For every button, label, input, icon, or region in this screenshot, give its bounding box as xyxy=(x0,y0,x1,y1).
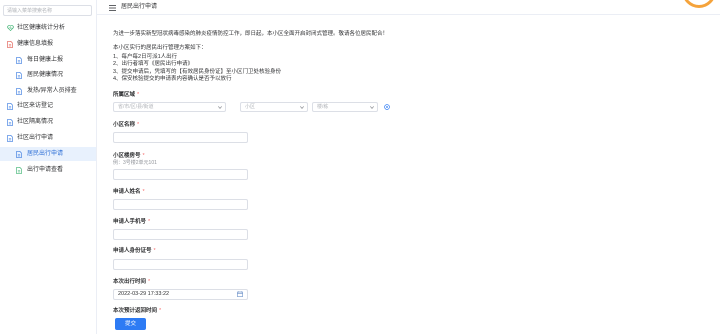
sidebar-item-label: 居民出行申请 xyxy=(27,151,64,157)
sidebar-item-daily-report[interactable]: 每日健康上报 xyxy=(0,53,96,67)
departure-time-label: 本次出行时间 * xyxy=(113,279,150,286)
room-number-label: 小区楼房号 * xyxy=(113,153,145,160)
applicant-id-input[interactable] xyxy=(113,258,248,270)
required-mark: * xyxy=(148,218,151,225)
sidebar-item-label: 社区健康统计分析 xyxy=(17,25,66,31)
document-icon xyxy=(16,87,23,95)
region-label: 所属区域 * xyxy=(113,92,139,99)
sidebar-item-resident-travel-application[interactable]: 居民出行申请 xyxy=(0,147,96,161)
document-icon xyxy=(7,40,14,48)
locate-icon[interactable] xyxy=(384,104,390,110)
return-time-label: 本次预计返回时间 * xyxy=(113,308,161,315)
required-mark: * xyxy=(142,152,145,159)
sidebar-item-label: 居民健康情况 xyxy=(27,72,64,78)
community-name-input[interactable] xyxy=(113,131,248,143)
required-mark: * xyxy=(153,247,156,254)
required-mark: * xyxy=(137,91,140,98)
applicant-id-label: 申请人身份证号 * xyxy=(113,248,156,255)
travel-application-form: 为进一步落实新型冠状病毒感染的肺炎疫情防控工作，即日起，本小区全面开启封闭式管理… xyxy=(97,16,720,315)
sidebar-item-fever-screening[interactable]: 发热/异常人员排查 xyxy=(0,84,96,98)
room-number-input[interactable] xyxy=(113,168,248,180)
applicant-name-label: 申请人姓名 * xyxy=(113,189,145,196)
chevron-down-icon xyxy=(218,105,222,109)
return-time-label-text: 本次预计返回时间 xyxy=(113,307,158,314)
required-mark: * xyxy=(159,307,162,314)
departure-time-input[interactable] xyxy=(113,288,248,300)
sidebar-item-visitor-registration[interactable]: 社区来访登记 xyxy=(0,99,96,113)
building-select[interactable]: 楼/栋 xyxy=(312,102,378,112)
page-title: 居民出行申请 xyxy=(121,4,158,10)
applicant-phone-label: 申请人手机号 * xyxy=(113,219,150,226)
sidebar-item-label: 每日健康上报 xyxy=(27,57,64,63)
district-select-placeholder: 省/市/区/县/街道 xyxy=(118,104,154,110)
notice-rule: 3、提交申请后，凭填写的【有效居民身份证】至小区门卫处核验身份 xyxy=(113,68,282,75)
document-icon xyxy=(16,166,23,174)
health-analysis-icon xyxy=(7,24,14,32)
district-select[interactable]: 省/市/区/县/街道 xyxy=(113,102,226,112)
sidebar-item-label: 健康信息填报 xyxy=(17,41,54,47)
calendar-icon[interactable] xyxy=(237,291,243,297)
chevron-down-icon xyxy=(370,105,374,109)
submit-button[interactable]: 提交 xyxy=(115,318,146,330)
sidebar-item-health-report[interactable]: 健康信息填报 xyxy=(0,37,96,51)
notice-rule: 4、保安核验提交的申请表内容确认是否予以放行 xyxy=(113,75,232,82)
applicant-name-input[interactable] xyxy=(113,198,248,210)
required-mark: * xyxy=(137,121,140,128)
building-select-placeholder: 楼/栋 xyxy=(317,104,329,110)
community-select[interactable]: 小区 xyxy=(240,102,308,112)
departure-time-label-text: 本次出行时间 xyxy=(113,278,147,285)
sidebar-item-isolation-status[interactable]: 社区隔离情况 xyxy=(0,115,96,129)
form-footer: 提交 xyxy=(97,315,720,334)
sidebar-item-label: 发热/异常人员排查 xyxy=(27,88,77,94)
community-name-label-text: 小区名称 xyxy=(113,121,136,128)
applicant-id-label-text: 申请人身份证号 xyxy=(113,247,152,254)
room-number-label-text: 小区楼房号 xyxy=(113,152,141,159)
sidebar-item-view-applications[interactable]: 出行申请查看 xyxy=(0,163,96,177)
document-icon xyxy=(7,102,14,110)
sidebar-item-label: 社区出行申请 xyxy=(17,135,54,141)
top-header: 居民出行申请 xyxy=(97,0,720,15)
sidebar-item-label: 出行申请查看 xyxy=(27,167,64,173)
sidebar-item-resident-health[interactable]: 居民健康情况 xyxy=(0,68,96,82)
community-select-placeholder: 小区 xyxy=(245,104,256,110)
sidebar: 社区健康统计分析 健康信息填报 每日健康上报 居民健康情况 发热/异常人员排查 xyxy=(0,0,97,334)
sidebar-item-travel-application[interactable]: 社区出行申请 xyxy=(0,131,96,145)
sidebar-item-label: 社区隔离情况 xyxy=(17,119,54,125)
applicant-phone-input[interactable] xyxy=(113,228,248,240)
region-label-text: 所属区域 xyxy=(113,91,136,98)
room-number-hint: 例：3号楼2单元101 xyxy=(113,159,157,166)
sidebar-item-health-statistics[interactable]: 社区健康统计分析 xyxy=(0,21,96,35)
required-mark: * xyxy=(148,278,151,285)
notice-rule: 2、出行者填写《居民出行申请》 xyxy=(113,60,194,67)
notice-intro: 为进一步落实新型冠状病毒感染的肺炎疫情防控工作，即日起，本小区全面开启封闭式管理… xyxy=(113,30,389,37)
menu-search-input[interactable] xyxy=(3,5,92,16)
document-icon xyxy=(16,71,23,79)
applicant-phone-label-text: 申请人手机号 xyxy=(113,218,147,225)
hamburger-menu-icon[interactable] xyxy=(109,4,116,11)
departure-time-picker[interactable] xyxy=(113,288,248,300)
chevron-down-icon xyxy=(300,105,304,109)
sidebar-item-label: 社区来访登记 xyxy=(17,103,54,109)
notice-rule: 1、每户每2日可派1人出行 xyxy=(113,53,178,60)
app-page: 社区健康统计分析 健康信息填报 每日健康上报 居民健康情况 发热/异常人员排查 xyxy=(0,0,720,334)
applicant-name-label-text: 申请人姓名 xyxy=(113,188,141,195)
document-icon xyxy=(16,150,23,158)
required-mark: * xyxy=(142,188,145,195)
document-icon xyxy=(16,56,23,64)
document-icon xyxy=(7,134,14,142)
community-name-label: 小区名称 * xyxy=(113,122,139,129)
document-icon xyxy=(7,118,14,126)
notice-plan-title: 本小区实行的居民出行管理方案如下： xyxy=(113,44,207,51)
